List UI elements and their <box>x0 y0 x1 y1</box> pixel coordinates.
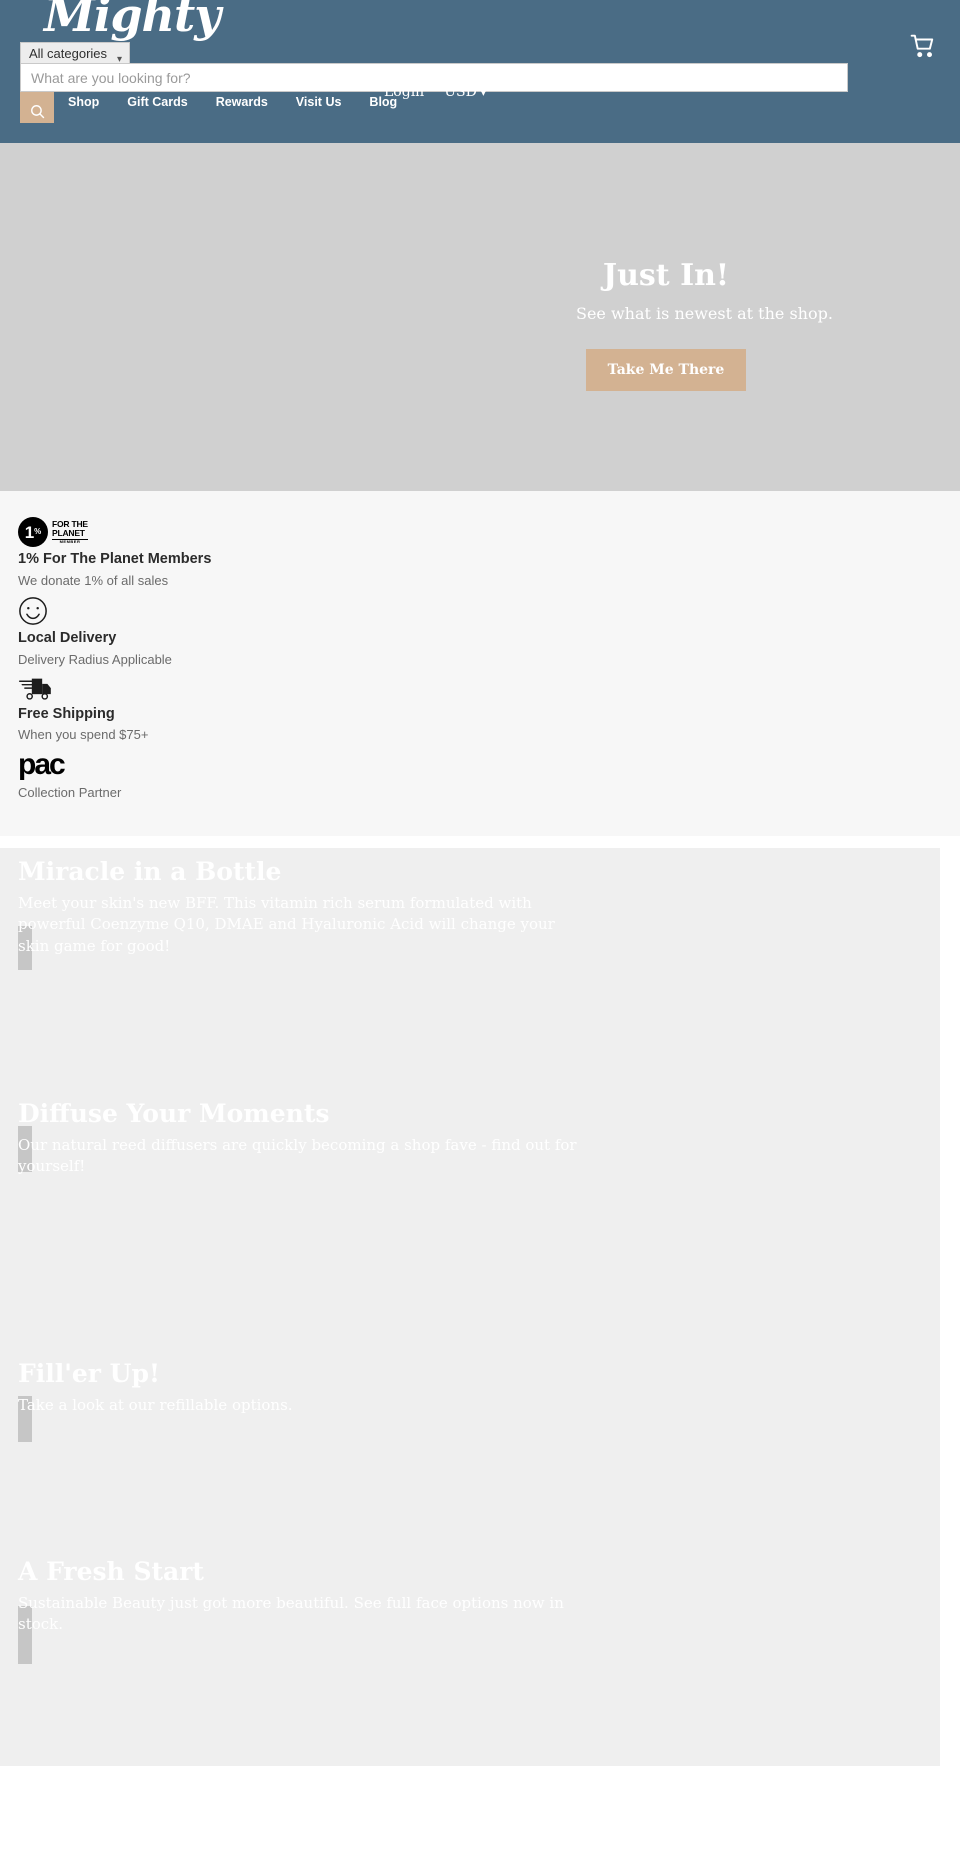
trust-badges-section: 1% FOR THE PLANET MEMBER 1% For The Plan… <box>0 491 960 837</box>
trust-badge-title: Free Shipping <box>18 705 115 722</box>
nav-item-visit-us[interactable]: Visit Us <box>296 95 342 109</box>
site-header: Mighty All categories ▾ Shop Gift Cards … <box>0 0 960 143</box>
delivery-truck-icon <box>18 678 51 700</box>
search-icon <box>30 104 44 118</box>
one-percent-mark: 1% <box>18 517 48 547</box>
site-logo[interactable]: Mighty <box>44 0 221 38</box>
trust-badge-title: 1% For The Planet Members <box>18 551 212 567</box>
nav-item-gift-cards[interactable]: Gift Cards <box>127 95 187 109</box>
feature-text: A Fresh Start Sustainable Beauty just go… <box>0 1557 940 1635</box>
trust-badge-collection-partner: pac Collection Partner <box>18 747 960 803</box>
trust-badge-one-percent: 1% FOR THE PLANET MEMBER 1% For The Plan… <box>18 517 960 590</box>
nav-item-rewards[interactable]: Rewards <box>216 95 268 109</box>
hero-content: Just In! See what is newest at the shop.… <box>576 258 833 391</box>
nav-item-shop[interactable]: Shop <box>68 95 99 109</box>
hero-subtitle: See what is newest at the shop. <box>576 304 833 323</box>
chevron-down-icon: ▾ <box>480 88 486 99</box>
feature-title: A Fresh Start <box>18 1557 204 1587</box>
feature-body: Our natural reed diffusers are quickly b… <box>18 1136 577 1176</box>
currency-selector[interactable]: USD ▾ <box>444 84 486 100</box>
login-link[interactable]: Login <box>384 84 424 100</box>
trust-badge-title: Local Delivery <box>18 630 117 647</box>
hero-title: Just In! <box>602 258 730 293</box>
search-category-select[interactable]: All categories ▾ <box>20 42 131 65</box>
feature-card-a-fresh-start[interactable]: A Fresh Start Sustainable Beauty just go… <box>0 1506 940 1767</box>
trust-badge-local-delivery: Local Delivery Delivery Radius Applicabl… <box>18 596 960 669</box>
feature-body: Meet your skin's new BFF. This vitamin r… <box>18 894 555 955</box>
search-submit-button[interactable] <box>20 92 54 123</box>
feature-text: Diffuse Your Moments Our natural reed di… <box>0 1099 940 1177</box>
feature-text: Fill'er Up! Take a look at our refillabl… <box>0 1359 940 1416</box>
feature-card-diffuse-your-moments[interactable]: Diffuse Your Moments Our natural reed di… <box>0 1088 940 1297</box>
trust-badge-subtitle: We donate 1% of all sales <box>18 572 169 588</box>
main-navigation: Shop Gift Cards Rewards Visit Us Blog <box>68 95 397 109</box>
for-the-planet-wordmark: FOR THE PLANET MEMBER <box>52 518 88 545</box>
feature-text: Miracle in a Bottle Meet your skin's new… <box>0 857 940 957</box>
feature-body: Sustainable Beauty just got more beautif… <box>18 1594 564 1634</box>
hero-cta-button[interactable]: Take Me There <box>585 349 747 391</box>
smiley-face-icon <box>19 597 47 626</box>
currency-label: USD <box>444 84 477 100</box>
feature-title: Fill'er Up! <box>18 1359 160 1389</box>
feature-card-filler-up[interactable]: Fill'er Up! Take a look at our refillabl… <box>0 1296 940 1507</box>
trust-badge-subtitle: Delivery Radius Applicable <box>18 652 172 667</box>
feature-body: Take a look at our refillable options. <box>18 1396 293 1414</box>
feature-sections: Miracle in a Bottle Meet your skin's new… <box>0 836 960 1767</box>
feature-title: Miracle in a Bottle <box>18 857 282 887</box>
pact-logo-icon: pac <box>18 747 66 781</box>
feature-card-miracle-in-a-bottle[interactable]: Miracle in a Bottle Meet your skin's new… <box>0 848 940 1089</box>
search-category-label: All categories <box>29 46 108 61</box>
trust-badge-subtitle: Collection Partner <box>18 784 122 800</box>
trust-badge-subtitle: When you spend $75+ <box>18 727 149 743</box>
one-percent-for-the-planet-icon: 1% FOR THE PLANET MEMBER <box>18 517 88 547</box>
feature-title: Diffuse Your Moments <box>18 1099 330 1129</box>
hero-banner: Just In! See what is newest at the shop.… <box>0 143 960 491</box>
utility-navigation: Login USD ▾ <box>384 84 486 100</box>
shopping-cart-icon[interactable] <box>910 33 936 59</box>
trust-badge-free-shipping: Free Shipping When you spend $75+ <box>18 676 960 745</box>
